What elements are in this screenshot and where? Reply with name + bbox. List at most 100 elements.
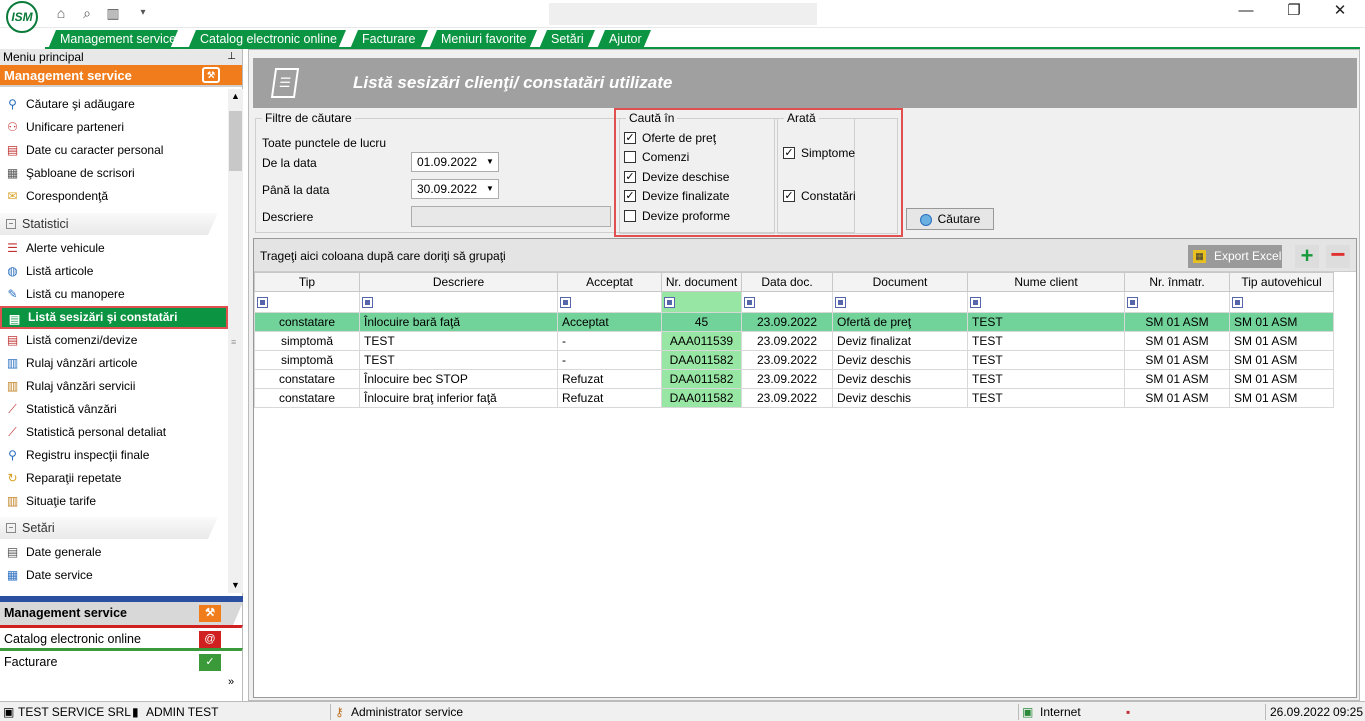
chevron-down-icon[interactable]: ▼: [482, 153, 498, 171]
filter-cell[interactable]: [832, 291, 968, 313]
export-excel-button[interactable]: ▦ Export Excel: [1188, 245, 1282, 268]
filter-cell[interactable]: [661, 291, 742, 313]
tab-meniuri-favorite[interactable]: Meniuri favorite: [429, 30, 537, 49]
scroll-thumb[interactable]: [229, 111, 242, 171]
filter-cell[interactable]: [967, 291, 1125, 313]
column-header-descriere[interactable]: Descriere: [359, 272, 558, 292]
filter-icon[interactable]: [1232, 297, 1243, 309]
key-icon: ⚷: [335, 705, 344, 719]
sidebar-bottom-facturare[interactable]: Facturare ✓: [0, 648, 243, 671]
add-icon[interactable]: +: [1295, 245, 1319, 268]
sidebar-scrollbar[interactable]: ▲ ≡ ▼: [228, 89, 243, 593]
sidebar-item-tarife[interactable]: ▥ Situaţie tarife: [0, 490, 228, 513]
column-header-tip-autovehicul[interactable]: Tip autovehicul: [1229, 272, 1334, 292]
pin-icon[interactable]: ⊥: [227, 49, 236, 65]
sidebar-group-statistici[interactable]: − Statistici: [0, 213, 218, 235]
checkbox-devize-proforme[interactable]: Devize proforme: [624, 208, 730, 224]
checkbox-devize-finalizate[interactable]: ✓ Devize finalizate: [624, 188, 729, 204]
table-row[interactable]: constatare Înlocuire bec STOP Refuzat DA…: [254, 369, 1334, 389]
column-header-data-doc[interactable]: Data doc.: [741, 272, 833, 292]
column-header-acceptat[interactable]: Acceptat: [557, 272, 662, 292]
table-row[interactable]: constatare Înlocuire bară faţă Acceptat …: [254, 312, 1334, 332]
sidebar-splitter[interactable]: [0, 596, 243, 602]
sidebar-item-label: Registru inspecţii finale: [26, 448, 150, 462]
sidebar-item-manopere[interactable]: ✎ Listă cu manopere: [0, 283, 228, 306]
filter-icon[interactable]: [560, 297, 571, 309]
sidebar-item-date-generale[interactable]: ▤ Date generale: [0, 541, 228, 564]
cell-tip-autovehicul: SM 01 ASM: [1229, 350, 1334, 370]
sidebar-item-comenzi[interactable]: ▤ Listă comenzi/devize: [0, 329, 228, 352]
sidebar-item-rulaj-servicii[interactable]: ▥ Rulaj vânzări servicii: [0, 375, 228, 398]
barcode-icon[interactable]: ▥: [104, 4, 122, 22]
filter-icon[interactable]: [744, 297, 755, 309]
home-icon[interactable]: ⌂: [52, 4, 70, 22]
tab-management-service[interactable]: Management service: [48, 30, 178, 49]
search-button[interactable]: Căutare: [906, 208, 994, 230]
filter-icon[interactable]: [835, 297, 846, 309]
sidebar-bottom-management[interactable]: Management service ⚒: [0, 602, 243, 625]
sidebar-item-reparatii[interactable]: ↻ Reparaţii repetate: [0, 467, 228, 490]
maximize-button[interactable]: ❐: [1271, 0, 1317, 24]
sidebar-group-setari[interactable]: − Setări: [0, 517, 218, 539]
to-date-field[interactable]: 30.09.2022 ▼: [411, 179, 499, 199]
scroll-up-icon[interactable]: ▲: [228, 89, 243, 104]
sidebar-bottom-catalog[interactable]: Catalog electronic online @: [0, 625, 243, 648]
checkbox-comenzi[interactable]: Comenzi: [624, 149, 689, 165]
checkbox-devize-deschise[interactable]: ✓ Devize deschise: [624, 169, 729, 185]
filter-icon[interactable]: [362, 297, 373, 309]
filter-icon[interactable]: [257, 297, 268, 309]
sidebar-category[interactable]: Management service ⚒: [0, 65, 242, 87]
filter-cell[interactable]: [254, 291, 360, 313]
minimize-button[interactable]: —: [1223, 0, 1269, 24]
sidebar-item-statistica-vanzari[interactable]: ⟋ Statistică vânzări: [0, 398, 228, 421]
sidebar-item-alerte[interactable]: ☰ Alerte vehicule: [0, 237, 228, 260]
quick-access-dropdown-icon[interactable]: ▾: [134, 4, 152, 22]
checkbox-constatari[interactable]: ✓ Constatări: [783, 188, 856, 204]
sidebar-item-cautare[interactable]: ⚲ Căutare şi adăugare: [0, 93, 228, 116]
sidebar-item-corespondenta[interactable]: ✉ Corespondenţă: [0, 185, 228, 208]
tab-facturare[interactable]: Facturare: [350, 30, 428, 49]
more-icon[interactable]: »: [228, 676, 234, 688]
sidebar-item-sesizari[interactable]: ▤ Listă sesizări şi constatări: [0, 306, 228, 329]
filter-cell[interactable]: [1124, 291, 1230, 313]
close-button[interactable]: ✕: [1317, 0, 1363, 24]
column-header-document[interactable]: Document: [832, 272, 968, 292]
tab-catalog-electronic[interactable]: Catalog electronic online: [188, 30, 346, 49]
column-header-nr-document[interactable]: Nr. document: [661, 272, 742, 292]
filter-cell[interactable]: [359, 291, 558, 313]
sidebar-item-sabloane[interactable]: ▦ Şabloane de scrisori: [0, 162, 228, 185]
column-header-tip[interactable]: Tip: [254, 272, 360, 292]
users-merge-icon: ⚇: [7, 120, 18, 134]
filter-cell[interactable]: [1229, 291, 1334, 313]
checkbox-oferte[interactable]: ✓ Oferte de preţ: [624, 130, 716, 146]
sidebar-item-date-personal[interactable]: ▤ Date cu caracter personal: [0, 139, 228, 162]
table-row[interactable]: constatare Înlocuire braţ inferior faţă …: [254, 388, 1334, 408]
filter-icon[interactable]: [1127, 297, 1138, 309]
search-doc-icon[interactable]: ⌕: [78, 4, 96, 22]
sidebar-item-statistica-personal[interactable]: ⟋ Statistică personal detaliat: [0, 421, 228, 444]
sidebar-item-unificare[interactable]: ⚇ Unificare parteneri: [0, 116, 228, 139]
sidebar-bottom-label: Catalog electronic online: [4, 632, 141, 646]
tab-ajutor[interactable]: Ajutor: [597, 30, 651, 49]
filter-icon[interactable]: [664, 297, 675, 309]
scroll-down-icon[interactable]: ▼: [228, 578, 243, 593]
column-header-nume-client[interactable]: Nume client: [967, 272, 1125, 292]
sidebar-item-articole[interactable]: ◍ Listă articole: [0, 260, 228, 283]
cell-document: Deviz deschis: [832, 369, 968, 389]
table-row[interactable]: simptomă TEST - DAA011582 23.09.2022 Dev…: [254, 350, 1334, 370]
table-row[interactable]: simptomă TEST - AAA011539 23.09.2022 Dev…: [254, 331, 1334, 351]
remove-icon[interactable]: −: [1326, 241, 1350, 268]
checkbox-simptome[interactable]: ✓ Simptome: [783, 145, 855, 161]
column-header-nr-inmatr[interactable]: Nr. înmatr.: [1124, 272, 1230, 292]
chevron-down-icon[interactable]: ▼: [482, 180, 498, 198]
filter-cell[interactable]: [557, 291, 662, 313]
group-by-area[interactable]: Trageţi aici coloana după care doriţi să…: [254, 239, 1356, 272]
description-input[interactable]: [411, 206, 611, 227]
filter-icon[interactable]: [970, 297, 981, 309]
sidebar-item-registru[interactable]: ⚲ Registru inspecţii finale: [0, 444, 228, 467]
sidebar-item-rulaj-articole[interactable]: ▥ Rulaj vânzări articole: [0, 352, 228, 375]
from-date-field[interactable]: 01.09.2022 ▼: [411, 152, 499, 172]
tab-setari[interactable]: Setări: [539, 30, 595, 49]
sidebar-item-date-service[interactable]: ▦ Date service: [0, 564, 228, 587]
filter-cell[interactable]: [741, 291, 833, 313]
